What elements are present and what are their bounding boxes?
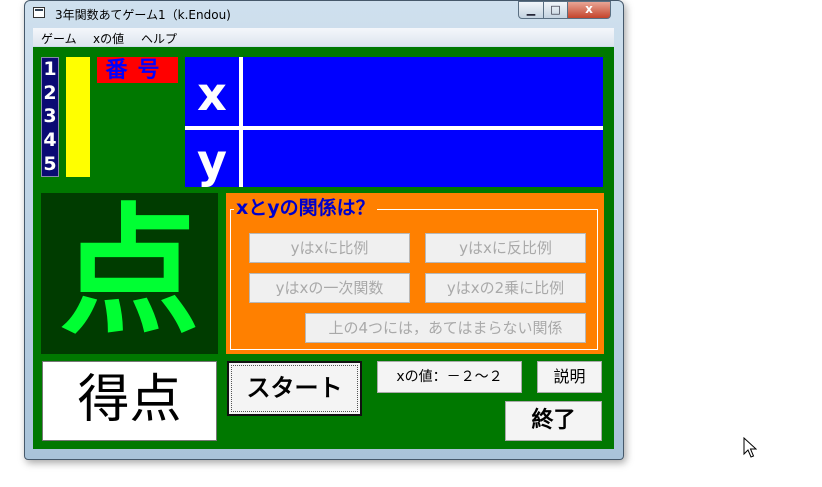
window-title: 3年関数あてゲーム1（k.Endou)	[55, 8, 231, 22]
answer-none-button[interactable]: 上の4つには，あてはまらない関係	[305, 313, 586, 343]
score-display: 点	[41, 193, 218, 354]
game-area: 1 2 3 4 5 番号 x y 点 xとyの関係は？ yはxに比例 yはxに反…	[33, 47, 614, 449]
mouse-cursor-icon	[743, 437, 757, 458]
question-number: 5	[43, 152, 57, 175]
quit-button[interactable]: 終了	[505, 401, 602, 441]
question-number: 3	[43, 105, 57, 128]
x-range-button[interactable]: xの値：－２～２	[377, 361, 522, 393]
score-kanji: 点	[59, 191, 200, 354]
question-number: 4	[43, 129, 57, 152]
table-divider-vertical	[239, 57, 243, 187]
x-row-header: x	[197, 67, 227, 121]
question-number: 2	[43, 81, 57, 104]
menu-bar: ゲーム xの値 ヘルプ	[33, 28, 614, 46]
menu-help[interactable]: ヘルプ	[141, 30, 177, 47]
app-window: 3年関数あてゲーム1（k.Endou) ▁ □ x ゲーム xの値 ヘルプ 1 …	[24, 0, 624, 460]
question-number: 1	[43, 58, 57, 81]
number-label: 番号	[97, 57, 178, 83]
relation-question-title: xとyの関係は？	[234, 196, 377, 220]
relation-question-group: xとyの関係は？ yはxに比例 yはxに反比例 yはxの一次関数 yはxの2乗に…	[226, 193, 604, 354]
maximize-button[interactable]: □	[543, 1, 568, 19]
answer-square-proportional-button[interactable]: yはxの2乗に比例	[425, 273, 586, 303]
menu-game[interactable]: ゲーム	[41, 30, 77, 47]
y-row-header: y	[197, 134, 227, 188]
close-button[interactable]: x	[567, 1, 611, 19]
answer-proportional-button[interactable]: yはxに比例	[249, 233, 410, 263]
title-bar[interactable]: 3年関数あてゲーム1（k.Endou) ▁ □ x	[25, 1, 623, 27]
app-window-icon[interactable]	[33, 7, 45, 18]
score-label: 得点	[42, 361, 217, 441]
minimize-button[interactable]: ▁	[518, 1, 544, 19]
menu-x-value[interactable]: xの値	[93, 30, 124, 47]
explanation-button[interactable]: 説明	[537, 361, 602, 393]
answer-inverse-proportional-button[interactable]: yはxに反比例	[425, 233, 586, 263]
table-divider-horizontal	[185, 126, 603, 130]
progress-indicator-bar	[66, 57, 90, 177]
start-button[interactable]: スタート	[227, 361, 362, 416]
question-number-list: 1 2 3 4 5	[41, 57, 59, 177]
xy-value-table: x y	[185, 57, 603, 187]
answer-linear-function-button[interactable]: yはxの一次関数	[249, 273, 410, 303]
